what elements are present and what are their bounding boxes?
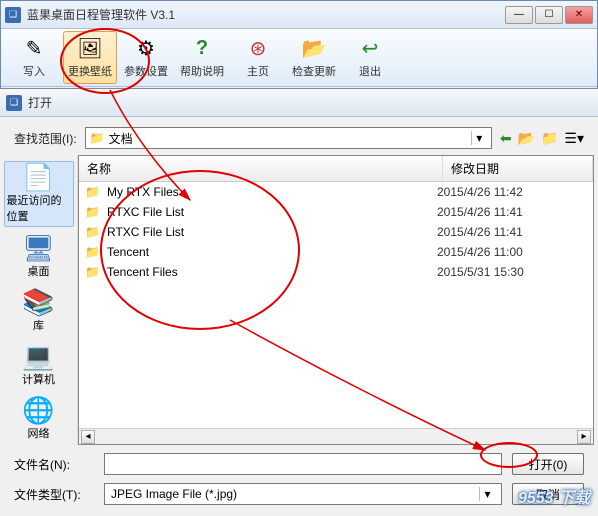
lookin-label: 查找范围(I): [14,130,77,147]
place-computer[interactable]: 💻 计算机 [4,341,74,389]
help-button[interactable]: ? 帮助说明 [175,31,229,84]
file-open-dialog: ❏ 打开 查找范围(I): 📁 文档 ▾ ⬅ 📂 📁 ☰▾ 📄 最近访问的位置 … [0,88,598,516]
chevron-down-icon: ▾ [479,487,495,501]
place-library[interactable]: 📚 库 [4,287,74,335]
wallpaper-label: 更换壁纸 [68,63,112,79]
lookin-combobox[interactable]: 📁 文档 ▾ [85,127,492,149]
file-date: 2015/5/31 15:30 [437,265,587,279]
folder-icon: 📁 [85,245,101,259]
scroll-left-icon[interactable]: ◂ [81,430,95,444]
watermark: 9553 下载 [518,484,590,508]
place-desktop[interactable]: 🖥 桌面 [4,233,74,281]
filename-label: 文件名(N): [14,456,94,473]
nav-icons: ⬅ 📂 📁 ☰▾ [500,130,584,147]
write-label: 写入 [23,63,45,79]
lookin-value: 文档 [109,130,133,147]
file-name: Tencent [107,245,431,259]
up-folder-icon[interactable]: 📂 [518,130,535,147]
update-icon: 📂 [300,37,328,61]
h-scrollbar[interactable]: ◂ ▸ [79,428,593,444]
place-recent[interactable]: 📄 最近访问的位置 [4,161,74,227]
file-date: 2015/4/26 11:41 [437,205,587,219]
back-icon[interactable]: ⬅ [500,130,512,147]
file-row[interactable]: 📁 RTXC File List 2015/4/26 11:41 [79,202,593,222]
update-label: 检查更新 [292,63,336,79]
chevron-down-icon: ▾ [471,131,487,145]
exit-icon: ↩ [356,37,384,61]
minimize-button[interactable]: — [505,6,533,24]
file-list-header: 名称 修改日期 [79,156,593,182]
new-folder-icon[interactable]: 📁 [541,130,558,147]
file-date: 2015/4/26 11:41 [437,225,587,239]
views-icon[interactable]: ☰▾ [564,130,584,147]
scroll-right-icon[interactable]: ▸ [577,430,591,444]
help-label: 帮助说明 [180,63,224,79]
file-row[interactable]: 📁 Tencent Files 2015/5/31 15:30 [79,262,593,282]
home-label: 主页 [247,63,269,79]
place-label: 桌面 [28,263,50,279]
pencil-icon: ✎ [20,37,48,61]
dialog-title: 打开 [28,94,52,111]
desktop-icon: 🖥 [22,235,55,261]
home-button[interactable]: ⊛ 主页 [231,31,285,84]
exit-label: 退出 [359,63,381,79]
place-label: 最近访问的位置 [7,192,71,224]
network-icon: 🌐 [22,397,54,423]
file-list: 名称 修改日期 📁 My RTX Files 2015/4/26 11:42 📁 RTX… [78,155,594,445]
settings-label: 参数设置 [124,63,168,79]
place-label: 计算机 [22,371,55,387]
folder-icon: 📁 [85,265,101,279]
close-button[interactable]: ✕ [565,6,593,24]
dialog-titlebar: ❏ 打开 [0,89,598,117]
file-name: RTXC File List [107,225,431,239]
folder-icon: 📁 [90,131,105,145]
file-name: Tencent Files [107,265,431,279]
file-name: My RTX Files [107,185,431,199]
place-label: 网络 [28,425,50,441]
wallpaper-icon: 🖼 [76,37,104,61]
computer-icon: 💻 [22,343,54,369]
places-bar: 📄 最近访问的位置 🖥 桌面 📚 库 💻 计算机 🌐 网络 [0,155,78,445]
col-name[interactable]: 名称 [79,156,443,181]
file-name: RTXC File List [107,205,431,219]
dialog-icon: ❏ [6,95,22,111]
place-label: 库 [33,317,44,333]
library-icon: 📚 [22,289,54,315]
check-update-button[interactable]: 📂 检查更新 [287,31,341,84]
file-row[interactable]: 📁 Tencent 2015/4/26 11:00 [79,242,593,262]
main-toolbar: ✎ 写入 🖼 更换壁纸 ⚙ 参数设置 ? 帮助说明 ⊛ 主页 📂 检查更新 ↩ … [1,29,597,87]
dialog-body: 📄 最近访问的位置 🖥 桌面 📚 库 💻 计算机 🌐 网络 名称 [0,155,598,445]
change-wallpaper-button[interactable]: 🖼 更换壁纸 [63,31,117,84]
gear-icon: ⚙ [132,37,160,61]
exit-button[interactable]: ↩ 退出 [343,31,397,84]
file-row[interactable]: 📁 My RTX Files 2015/4/26 11:42 [79,182,593,202]
maximize-button[interactable]: ☐ [535,6,563,24]
lookin-row: 查找范围(I): 📁 文档 ▾ ⬅ 📂 📁 ☰▾ [0,117,598,155]
recent-icon: 📄 [22,164,54,190]
window-controls: — ☐ ✕ [505,6,593,24]
col-date[interactable]: 修改日期 [443,156,593,181]
folder-icon: 📁 [85,205,101,219]
app-title: 蓝果桌面日程管理软件 V3.1 [27,6,505,23]
folder-icon: 📁 [85,225,101,239]
dialog-bottom: 文件名(N): 打开(0) 文件类型(T): JPEG Image File (… [0,445,598,513]
filetype-combobox[interactable]: JPEG Image File (*.jpg) ▾ [104,483,502,505]
open-button[interactable]: 打开(0) [512,453,584,475]
file-row[interactable]: 📁 RTXC File List 2015/4/26 11:41 [79,222,593,242]
file-rows: 📁 My RTX Files 2015/4/26 11:42 📁 RTXC File L… [79,182,593,444]
settings-button[interactable]: ⚙ 参数设置 [119,31,173,84]
home-icon: ⊛ [244,37,272,61]
place-network[interactable]: 🌐 网络 [4,395,74,443]
write-button[interactable]: ✎ 写入 [7,31,61,84]
file-date: 2015/4/26 11:42 [437,185,587,199]
main-titlebar: ❏ 蓝果桌面日程管理软件 V3.1 — ☐ ✕ [1,1,597,29]
app-icon: ❏ [5,7,21,23]
file-date: 2015/4/26 11:00 [437,245,587,259]
filetype-label: 文件类型(T): [14,486,94,503]
folder-icon: 📁 [85,185,101,199]
help-icon: ? [188,37,216,61]
filetype-value: JPEG Image File (*.jpg) [111,487,237,501]
filename-input[interactable] [104,453,502,475]
